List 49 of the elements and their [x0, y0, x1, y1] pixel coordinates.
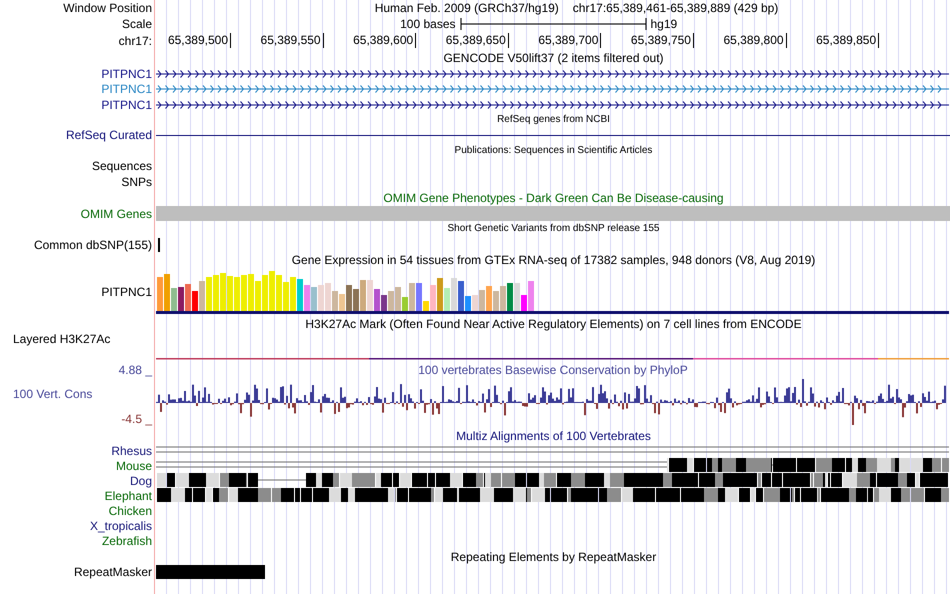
track-title: 100 vertebrates Basewise Conservation by PhyloP [418, 362, 688, 376]
track-title: Publications: Sequences in Scientific Articles [454, 144, 652, 156]
ruler-tick: 65,389,800 [694, 33, 787, 48]
track-label: Window Position [62, 1, 153, 15]
species-label: Elephant [104, 489, 153, 504]
species-label: X_tropicalis [88, 519, 153, 534]
track-label: chr17: [118, 34, 153, 48]
ruler-tick: 65,389,550 [231, 33, 324, 48]
track-label: 100 Vert. Cons [12, 387, 94, 401]
track-label: RefSeq Curated [64, 128, 153, 142]
transcript-drawing[interactable] [156, 100, 949, 108]
track-label: OMIM Genes [80, 206, 153, 220]
ruler-tick: 65,389,750 [601, 33, 694, 48]
track-label: Scale [120, 17, 153, 31]
track-label: Layered H3K27Ac [12, 332, 112, 346]
track-label: SNPs [120, 175, 153, 189]
axis-label: -4.5 _ [120, 412, 154, 426]
track-title: Repeating Elements by RepeatMasker [450, 550, 656, 564]
position-text: chr17:65,389,461-65,389,889 (429 bp) [572, 1, 778, 15]
track-label: RepeatMasker [72, 565, 153, 579]
ruler-tick: 65,389,500 [156, 33, 231, 48]
track-label: Sequences [90, 159, 153, 173]
species-label: Rhesus [110, 444, 153, 459]
gene-label[interactable]: PITPNC1 [0, 66, 155, 80]
ruler-tick: 65,389,650 [416, 33, 509, 48]
species-label: Dog [128, 474, 153, 489]
scale-text: 100 bases [399, 17, 456, 31]
species-label: Chicken [108, 504, 153, 519]
transcript-drawing[interactable] [156, 70, 949, 78]
track-title: OMIM Gene Phenotypes - Dark Green Can Be Disease-causing [383, 191, 724, 205]
track-label: Common dbSNP(155) [32, 238, 153, 252]
gene-label[interactable]: PITPNC1 [0, 98, 155, 112]
gene-label: PITPNC1 [100, 284, 153, 298]
track-title: GENCODE V50lift37 (2 items filtered out) [443, 50, 664, 64]
ruler-tick: 65,389,600 [324, 33, 416, 48]
ruler-tick: 65,389,850 [786, 33, 880, 48]
species-label: Mouse [114, 459, 153, 474]
track-title: H3K27Ac Mark (Often Found Near Active Regulatory Elements) on 7 cell lines from ENCODE [305, 316, 802, 330]
axis-label: 4.88 _ [118, 363, 154, 377]
assembly-title: Human Feb. 2009 (GRCh37/hg19) [374, 1, 559, 15]
gene-label[interactable]: PITPNC1 [0, 82, 155, 96]
ruler-tick: 65,389,700 [508, 33, 602, 48]
species-label: Zebrafish [100, 534, 153, 549]
track-title: Gene Expression in 54 tissues from GTEx RNA-seq of 17382 samples, 948 donors (V8, Aug 2019) [292, 253, 816, 267]
snp-mark [158, 238, 160, 252]
track-title: Short Genetic Variants from dbSNP release 155 [448, 223, 660, 235]
assembly-label: hg19 [650, 17, 678, 31]
track-title: Multiz Alignments of 100 Vertebrates [456, 429, 651, 443]
track-title: RefSeq genes from NCBI [497, 114, 610, 126]
